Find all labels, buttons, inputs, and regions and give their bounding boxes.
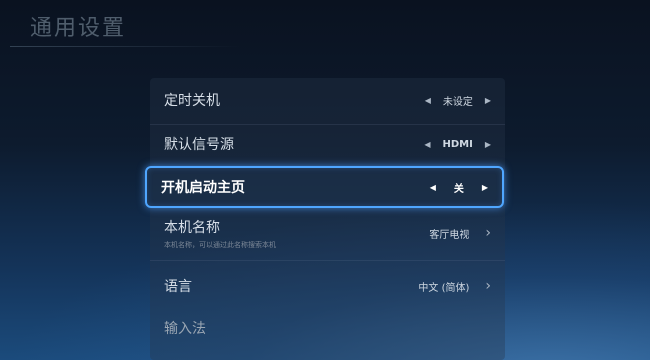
setting-label: 开机启动主页 [161, 180, 245, 196]
left-arrow-icon[interactable]: ◀ [430, 183, 436, 192]
left-arrow-icon[interactable]: ◀ [424, 140, 430, 149]
setting-value: 关 [453, 183, 464, 195]
setting-default-source[interactable]: 默认信号源 ◀ HDMI ▶ [150, 126, 505, 162]
title-divider [10, 46, 240, 47]
setting-value: 客厅电视 [429, 229, 470, 241]
row-divider [150, 124, 505, 125]
setting-selector[interactable]: ◀ 未设定 ▶ [425, 93, 491, 108]
setting-label: 定时关机 [164, 93, 220, 109]
setting-description: 本机名称，可以通过此名称搜索本机 [164, 240, 276, 249]
setting-label: 输入法 [164, 321, 206, 337]
setting-language[interactable]: 语言 中文 (简体) › [150, 268, 505, 304]
setting-boot-homepage[interactable]: 开机启动主页 ◀ 关 ▶ [145, 166, 504, 208]
setting-link[interactable]: 客厅电视 › [429, 225, 491, 241]
right-arrow-icon[interactable]: ▶ [485, 140, 491, 149]
right-arrow-icon[interactable]: ▶ [485, 96, 491, 105]
page-title: 通用设置 [30, 16, 127, 41]
setting-selector[interactable]: ◀ HDMI ▶ [424, 139, 491, 150]
chevron-right-icon: › [485, 278, 491, 294]
setting-value: HDMI [442, 138, 473, 150]
setting-timer-shutdown[interactable]: 定时关机 ◀ 未设定 ▶ [150, 82, 505, 118]
setting-input-method[interactable]: 输入法 [150, 310, 505, 346]
section-divider [150, 260, 505, 261]
chevron-right-icon: › [485, 225, 491, 241]
left-arrow-icon[interactable]: ◀ [425, 96, 431, 105]
setting-label: 语言 [164, 279, 192, 295]
setting-selector[interactable]: ◀ 关 ▶ [430, 180, 488, 195]
right-arrow-icon[interactable]: ▶ [482, 183, 488, 192]
setting-label: 本机名称 [164, 219, 220, 236]
setting-value: 未设定 [442, 96, 473, 108]
setting-device-name[interactable]: 本机名称 本机名称，可以通过此名称搜索本机 客厅电视 › [150, 212, 505, 254]
setting-label: 默认信号源 [164, 137, 234, 153]
setting-value: 中文 (简体) [418, 282, 470, 294]
setting-link[interactable]: 中文 (简体) › [418, 278, 491, 294]
